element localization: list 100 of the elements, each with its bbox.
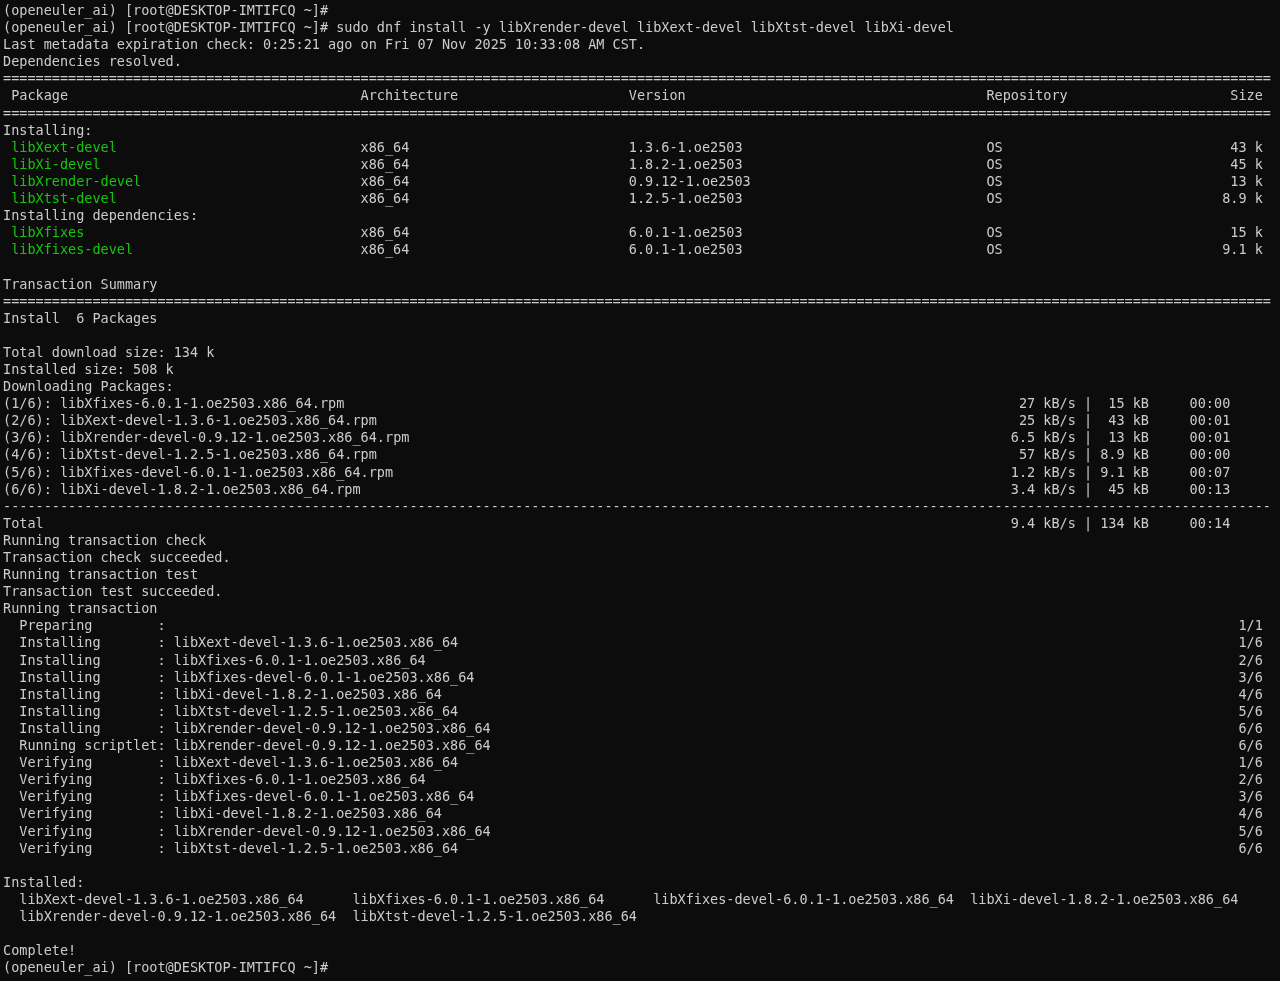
download-stats: 9.4 kB/s | 134 kB 00:14 (1010, 514, 1231, 532)
table-cell: 1.3.6-1.oe2503 (628, 138, 743, 156)
download-stats: 25 kB/s | 43 kB 00:01 (1018, 412, 1231, 430)
terminal-line: (4/6): libXtst-devel-1.2.5-1.oe2503.x86_64.rpm (3, 446, 377, 464)
terminal-line: Complete! (3, 942, 77, 960)
column-header: Package (11, 87, 69, 105)
terminal-line: Installed size: 508 k (3, 360, 174, 379)
step-counter: 1/6 (1238, 754, 1263, 772)
column-header: Repository (986, 87, 1068, 105)
terminal-line: (2/6): libXext-devel-1.3.6-1.oe2503.x86_64.rpm (3, 412, 377, 430)
terminal-line: Installed: (3, 873, 85, 891)
download-stats: 6.5 kB/s | 13 kB 00:01 (1010, 429, 1231, 447)
terminal-line: Running transaction test (3, 566, 199, 584)
table-cell: OS (986, 172, 1003, 191)
terminal-line: Verifying : libXtst-devel-1.2.5-1.oe2503.x86_64 (18, 839, 459, 857)
terminal-line: Installing : libXrender-devel-0.9.12-1.oe2503.x86_64 (18, 719, 491, 738)
table-cell: OS (986, 138, 1003, 156)
terminal-line: Dependencies resolved. (3, 53, 182, 71)
column-header: Architecture (360, 87, 459, 105)
terminal-line: Installing dependencies: (3, 207, 199, 225)
terminal-line: Installing : libXtst-devel-1.2.5-1.oe2503.x86_64 (18, 702, 459, 720)
column-header: Size (1230, 87, 1263, 105)
separator-line: ============================================================================================================================================================ (3, 292, 1271, 310)
terminal-line: Installing : libXi-devel-1.8.2-1.oe2503.x86_64 (18, 685, 442, 703)
step-counter: 1/1 (1238, 617, 1263, 635)
terminal-line: Transaction test succeeded. (3, 583, 223, 601)
terminal-line: Verifying : libXi-devel-1.8.2-1.oe2503.x86_64 (18, 805, 442, 823)
step-counter: 2/6 (1238, 651, 1263, 669)
table-cell: 6.0.1-1.oe2503 (628, 224, 743, 242)
table-cell: OS (986, 155, 1003, 173)
terminal-line: Running scriptlet: libXrender-devel-0.9.12-1.oe2503.x86_64 (18, 737, 491, 755)
table-cell: 13 k (1230, 172, 1263, 191)
terminal-line: Verifying : libXfixes-devel-6.0.1-1.oe2503.x86_64 (18, 788, 475, 806)
package-file: libXext-devel-1.3.6-1.oe2503.x86_64 (19, 890, 304, 908)
terminal-line: Total download size: 134 k (3, 343, 215, 361)
terminal-line: (5/6): libXfixes-devel-6.0.1-1.oe2503.x86_64.rpm (3, 463, 394, 481)
step-counter: 3/6 (1238, 788, 1263, 806)
table-cell: x86_64 (360, 224, 410, 242)
table-cell: 45 k (1230, 155, 1263, 173)
table-cell: 0.9.12-1.oe2503 (628, 172, 751, 191)
terminal-line: Verifying : libXrender-devel-0.9.12-1.oe2503.x86_64 (18, 822, 491, 840)
table-cell: OS (986, 224, 1003, 242)
step-counter: 3/6 (1238, 668, 1263, 686)
download-stats: 1.2 kB/s | 9.1 kB 00:07 (1010, 463, 1231, 481)
terminal-line: Installing : libXext-devel-1.3.6-1.oe2503.x86_64 (18, 634, 459, 652)
download-stats: 3.4 kB/s | 45 kB 00:13 (1010, 480, 1231, 498)
table-cell: 8.9 k (1222, 190, 1263, 208)
table-cell: 15 k (1230, 224, 1263, 242)
terminal-line: Transaction Summary (3, 275, 158, 293)
separator-line: ============================================================================================================================================================ (3, 70, 1271, 88)
terminal-line: Verifying : libXfixes-6.0.1-1.oe2503.x86_64 (18, 771, 426, 789)
terminal-line: (1/6): libXfixes-6.0.1-1.oe2503.x86_64.rpm (3, 395, 345, 413)
terminal-line: Running transaction check (3, 531, 207, 549)
terminal-line: Installing : libXfixes-devel-6.0.1-1.oe2503.x86_64 (18, 668, 475, 686)
terminal-line: (openeuler_ai) [root@DESKTOP-IMTIFCQ ~]# (3, 959, 329, 977)
step-counter: 2/6 (1238, 771, 1263, 789)
terminal-line: Last metadata expiration check: 0:25:21 ago on Fri 07 Nov 2025 10:33:08 AM CST. (3, 36, 646, 54)
package-name: libXtst-devel (11, 190, 117, 208)
step-counter: 6/6 (1238, 737, 1263, 755)
table-cell: 1.8.2-1.oe2503 (628, 155, 743, 173)
package-name: libXfixes-devel (11, 241, 134, 259)
step-counter: 6/6 (1238, 839, 1263, 857)
package-file: libXi-devel-1.8.2-1.oe2503.x86_64 (970, 890, 1239, 908)
terminal-line: Running transaction (3, 600, 158, 618)
table-cell: OS (986, 190, 1003, 208)
table-cell: x86_64 (360, 172, 410, 191)
package-file: libXrender-devel-0.9.12-1.oe2503.x86_64 (19, 907, 337, 926)
table-cell: x86_64 (360, 190, 410, 208)
package-name: libXi-devel (11, 155, 101, 173)
package-file: libXfixes-devel-6.0.1-1.oe2503.x86_64 (653, 890, 954, 908)
step-counter: 1/6 (1238, 634, 1263, 652)
terminal-line: (openeuler_ai) [root@DESKTOP-IMTIFCQ ~]# (3, 2, 329, 20)
terminal-line: Install 6 Packages (3, 309, 158, 327)
package-name: libXrender-devel (11, 172, 142, 191)
table-cell: x86_64 (360, 138, 410, 156)
table-cell: 43 k (1230, 138, 1263, 156)
table-cell: 1.2.5-1.oe2503 (628, 190, 743, 208)
terminal-line: Total (3, 514, 44, 532)
terminal-line: Downloading Packages: (3, 378, 174, 396)
terminal-line: Preparing : (18, 617, 166, 635)
table-cell: OS (986, 241, 1003, 259)
terminal-line: Installing: (3, 121, 93, 139)
separator-line: ------------------------------------------------------------------------------------------------------------------------------------------------------------ (3, 497, 1271, 515)
table-cell: x86_64 (360, 241, 410, 259)
download-stats: 27 kB/s | 15 kB 00:00 (1018, 395, 1231, 413)
column-header: Version (628, 87, 686, 105)
terminal-line: Transaction check succeeded. (3, 549, 231, 567)
terminal-line: Verifying : libXext-devel-1.3.6-1.oe2503.x86_64 (18, 754, 459, 772)
terminal-line: (6/6): libXi-devel-1.8.2-1.oe2503.x86_64.rpm (3, 480, 361, 498)
package-name: libXfixes (11, 224, 85, 242)
package-file: libXtst-devel-1.2.5-1.oe2503.x86_64 (352, 907, 637, 926)
terminal-line: (3/6): libXrender-devel-0.9.12-1.oe2503.x86_64.rpm (3, 429, 410, 447)
step-counter: 5/6 (1238, 702, 1263, 720)
package-name: libXext-devel (11, 138, 117, 156)
step-counter: 5/6 (1238, 822, 1263, 840)
package-file: libXfixes-6.0.1-1.oe2503.x86_64 (352, 890, 605, 908)
table-cell: x86_64 (360, 155, 410, 173)
step-counter: 4/6 (1238, 685, 1263, 703)
terminal-line: Installing : libXfixes-6.0.1-1.oe2503.x86_64 (18, 651, 426, 669)
table-cell: 6.0.1-1.oe2503 (628, 241, 743, 259)
